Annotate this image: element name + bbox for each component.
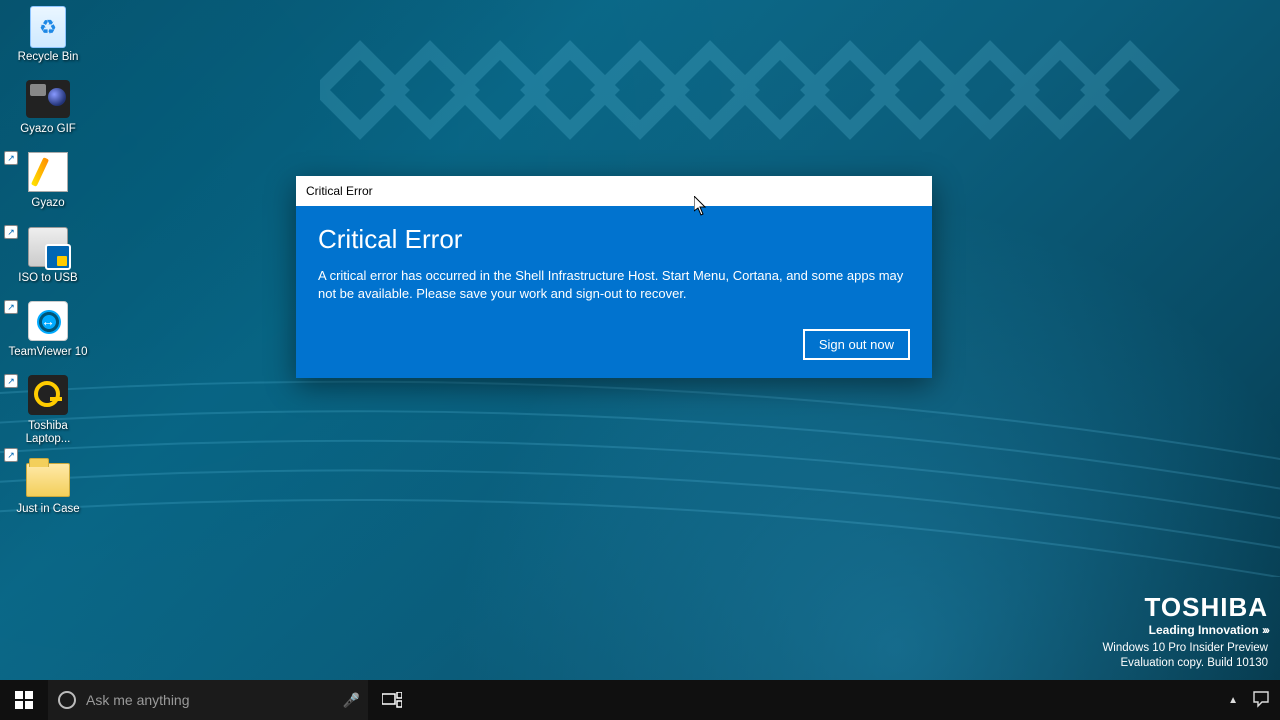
icon-label: ISO to USB — [8, 272, 88, 285]
dialog-heading: Critical Error — [318, 224, 910, 255]
desktop-icon-gyazo[interactable]: ↗ Gyazo — [8, 152, 88, 210]
dialog-titlebar[interactable]: Critical Error — [296, 176, 932, 206]
icon-label: Toshiba Laptop... — [8, 420, 88, 446]
task-view-icon — [382, 692, 402, 708]
sign-out-now-button[interactable]: Sign out now — [803, 329, 910, 360]
icon-label: TeamViewer 10 — [8, 346, 88, 359]
dialog-message: A critical error has occurred in the She… — [318, 267, 908, 303]
shortcut-badge-icon: ↗ — [4, 448, 18, 462]
iso-usb-icon — [28, 227, 68, 267]
desktop-icon-iso-to-usb[interactable]: ↗ ISO to USB — [8, 227, 88, 285]
icon-label: Gyazo — [8, 197, 88, 210]
folder-icon — [26, 463, 70, 497]
desktop-icon-just-in-case[interactable]: Just in Case — [8, 463, 88, 516]
shortcut-badge-icon: ↗ — [4, 225, 18, 239]
shortcut-badge-icon: ↗ — [4, 151, 18, 165]
icon-label: Just in Case — [8, 503, 88, 516]
desktop-icons: Recycle Bin ↗ Gyazo GIF ↗ Gyazo ↗ ISO to… — [8, 6, 98, 532]
start-button[interactable] — [0, 680, 48, 720]
task-view-button[interactable] — [368, 680, 416, 720]
desktop-watermark: TOSHIBA Leading Innovation ››› Windows 1… — [1102, 592, 1268, 672]
teamviewer-icon — [28, 301, 68, 341]
desktop-icon-recycle-bin[interactable]: Recycle Bin — [8, 6, 88, 64]
action-center-icon[interactable] — [1252, 690, 1270, 711]
tray-overflow-icon[interactable]: ▲ — [1228, 695, 1238, 706]
dialog-body: Critical Error A critical error has occu… — [296, 206, 932, 378]
taskbar: Ask me anything 🎤 ▲ — [0, 680, 1280, 720]
desktop-icon-teamviewer[interactable]: ↗ TeamViewer 10 — [8, 301, 88, 359]
icon-label: Gyazo GIF — [8, 123, 88, 136]
recycle-bin-icon — [30, 6, 66, 48]
taskbar-search[interactable]: Ask me anything 🎤 — [48, 680, 368, 720]
app-icon — [28, 152, 68, 192]
shortcut-badge-icon: ↗ — [4, 374, 18, 388]
icon-label: Recycle Bin — [8, 51, 88, 64]
cortana-circle-icon — [58, 691, 76, 709]
key-icon — [28, 375, 68, 415]
brand-logo: TOSHIBA — [1102, 592, 1268, 623]
desktop-icon-gyazo-gif[interactable]: ↗ Gyazo GIF — [8, 80, 88, 136]
build-line-2: Evaluation copy. Build 10130 — [1102, 656, 1268, 672]
critical-error-dialog: Critical Error Critical Error A critical… — [296, 176, 932, 378]
microphone-icon[interactable]: 🎤 — [343, 692, 360, 709]
chevron-icon: ››› — [1262, 623, 1268, 637]
camera-icon — [26, 80, 70, 118]
system-tray: ▲ — [1218, 690, 1280, 711]
brand-tagline-text: Leading Innovation — [1149, 623, 1259, 637]
build-line-1: Windows 10 Pro Insider Preview — [1102, 641, 1268, 657]
desktop-icon-toshiba-laptop[interactable]: ↗ Toshiba Laptop... — [8, 375, 88, 446]
search-placeholder: Ask me anything — [86, 692, 190, 708]
windows-logo-icon — [15, 691, 33, 709]
dialog-title-text: Critical Error — [306, 184, 373, 198]
shortcut-badge-icon: ↗ — [4, 300, 18, 314]
brand-tagline: Leading Innovation ››› — [1102, 623, 1268, 637]
